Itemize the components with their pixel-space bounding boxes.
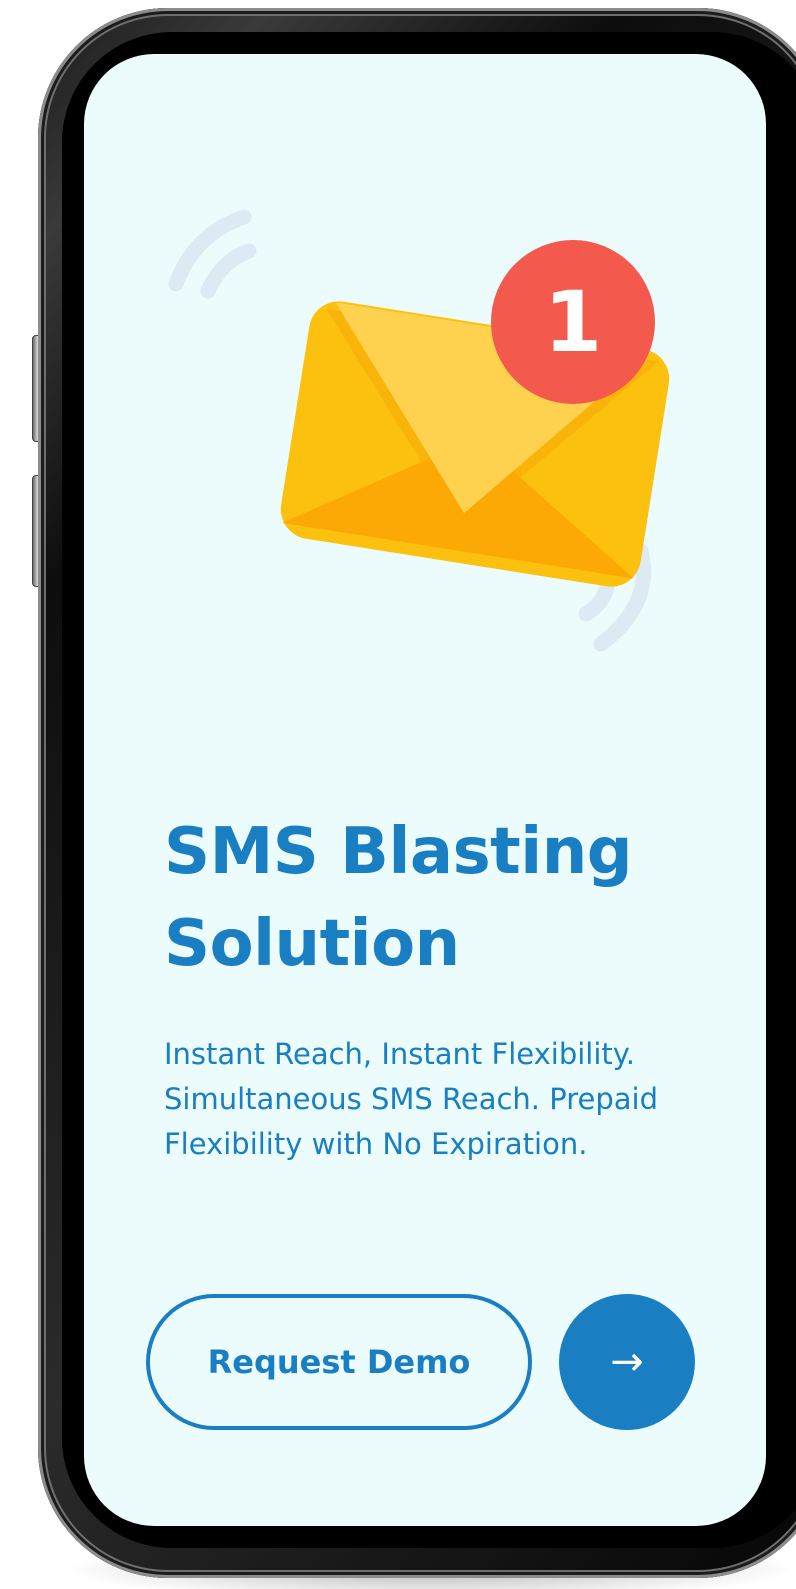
- badge-count: 1: [544, 273, 602, 371]
- request-demo-button[interactable]: Request Demo: [146, 1294, 532, 1430]
- next-button[interactable]: →: [559, 1294, 695, 1430]
- page-description: Instant Reach, Instant Flexibility. Simu…: [164, 1037, 658, 1161]
- vibration-waves-icon: [168, 209, 257, 299]
- page-title: SMS Blasting Solution: [164, 815, 633, 981]
- phone-screen: 1 SMS Blasting Solution Instant Reach, I…: [84, 54, 766, 1526]
- arrow-right-icon: →: [610, 1339, 644, 1385]
- envelope-illustration: 1: [168, 209, 670, 652]
- notification-badge-icon: 1: [491, 240, 655, 404]
- device-mockup: 1 SMS Blasting Solution Instant Reach, I…: [0, 0, 796, 1589]
